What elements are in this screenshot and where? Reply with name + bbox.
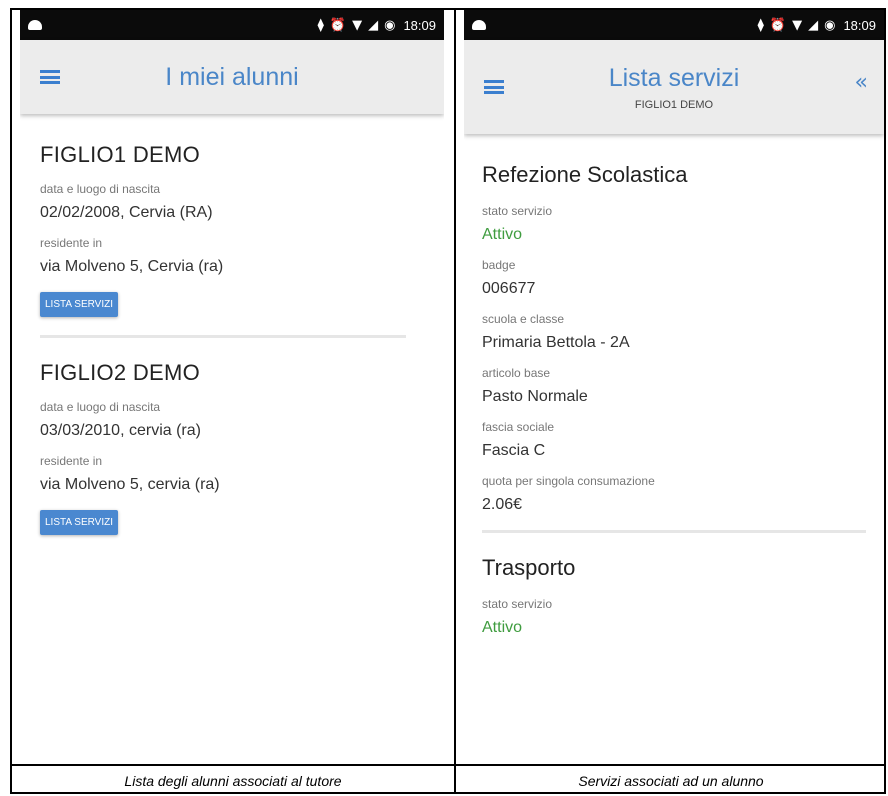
figure-frame: ⧫ ⏰ ▼ ◢ ◉ 18:09 I miei alunni FIGLIO1 DE…: [10, 8, 886, 794]
services-list: Refezione Scolastica stato servizio Atti…: [464, 134, 884, 637]
birth-label: data e luogo di nascita: [40, 182, 161, 196]
field-label: scuola e classe: [482, 312, 565, 326]
signal-icon: ◢: [368, 17, 379, 33]
app-bar: Lista servizi FIGLIO1 DEMO «: [464, 40, 884, 134]
field-label: articolo base: [482, 366, 551, 380]
page-subtitle: FIGLIO1 DEMO: [634, 98, 714, 111]
wifi-icon: ▼: [352, 17, 363, 33]
vibrate-icon: ⧫: [757, 17, 764, 33]
android-icon: [472, 20, 486, 30]
quota-value: 2.06€: [482, 496, 523, 513]
caption-divider: [12, 764, 884, 766]
menu-icon[interactable]: [40, 70, 60, 84]
residence-value: via Molveno 5, cervia (ra): [40, 476, 220, 493]
residence-label: residente in: [40, 454, 103, 468]
status-time: 18:09: [843, 17, 876, 33]
menu-icon[interactable]: [484, 80, 504, 94]
alarm-icon: ⏰: [769, 17, 787, 33]
field-label: fascia sociale: [482, 420, 555, 434]
school-class-value: Primaria Bettola - 2A: [482, 334, 630, 351]
birth-value: 02/02/2008, Cervia (RA): [40, 204, 213, 221]
status-bar: ⧫ ⏰ ▼ ◢ ◉ 18:09: [20, 10, 444, 40]
page-title: Lista servizi: [608, 63, 740, 92]
lista-servizi-button[interactable]: LISTA SERVIZI: [40, 510, 118, 535]
student-name: FIGLIO2 DEMO: [40, 360, 201, 385]
student-name: FIGLIO1 DEMO: [40, 142, 201, 167]
status-time: 18:09: [403, 17, 436, 33]
service-name: Trasporto: [482, 555, 576, 580]
service-card: Trasporto stato servizio Attivo: [482, 530, 866, 637]
screen-services: ⧫ ⏰ ▼ ◢ ◉ 18:09 Lista servizi FIGLIO1 DE…: [464, 10, 884, 762]
field-label: quota per singola consumazione: [482, 474, 655, 488]
field-label: stato servizio: [482, 597, 553, 611]
field-label: badge: [482, 258, 516, 272]
sync-icon: ◉: [824, 17, 836, 33]
vibrate-icon: ⧫: [317, 17, 324, 33]
wifi-icon: ▼: [792, 17, 803, 33]
screen-students: ⧫ ⏰ ▼ ◢ ◉ 18:09 I miei alunni FIGLIO1 DE…: [20, 10, 444, 762]
field-label: stato servizio: [482, 204, 553, 218]
android-icon: [28, 20, 42, 30]
page-title: I miei alunni: [165, 62, 299, 91]
birth-label: data e luogo di nascita: [40, 400, 161, 414]
students-list: FIGLIO1 DEMO data e luogo di nascita 02/…: [20, 114, 416, 535]
app-bar: I miei alunni: [20, 40, 444, 114]
status-value: Attivo: [482, 619, 523, 636]
residence-label: residente in: [40, 236, 103, 250]
alarm-icon: ⏰: [329, 17, 347, 33]
base-item-value: Pasto Normale: [482, 388, 588, 405]
badge-value: 006677: [482, 280, 536, 297]
status-bar: ⧫ ⏰ ▼ ◢ ◉ 18:09: [464, 10, 884, 40]
lista-servizi-button[interactable]: LISTA SERVIZI: [40, 292, 118, 317]
student-card: FIGLIO1 DEMO data e luogo di nascita 02/…: [40, 114, 406, 317]
back-chevron-icon[interactable]: «: [855, 70, 868, 95]
residence-value: via Molveno 5, Cervia (ra): [40, 258, 224, 275]
service-card: Refezione Scolastica stato servizio Atti…: [482, 134, 866, 514]
birth-value: 03/03/2010, cervia (ra): [40, 422, 201, 439]
caption-left: Lista degli alunni associati al tutore: [124, 773, 342, 789]
service-name: Refezione Scolastica: [482, 162, 688, 187]
signal-icon: ◢: [808, 17, 819, 33]
sync-icon: ◉: [384, 17, 396, 33]
caption-right: Servizi associati ad un alunno: [578, 773, 764, 789]
status-value: Attivo: [482, 226, 523, 243]
student-card: FIGLIO2 DEMO data e luogo di nascita 03/…: [40, 335, 406, 535]
column-divider: [454, 10, 456, 792]
social-band-value: Fascia C: [482, 442, 546, 459]
